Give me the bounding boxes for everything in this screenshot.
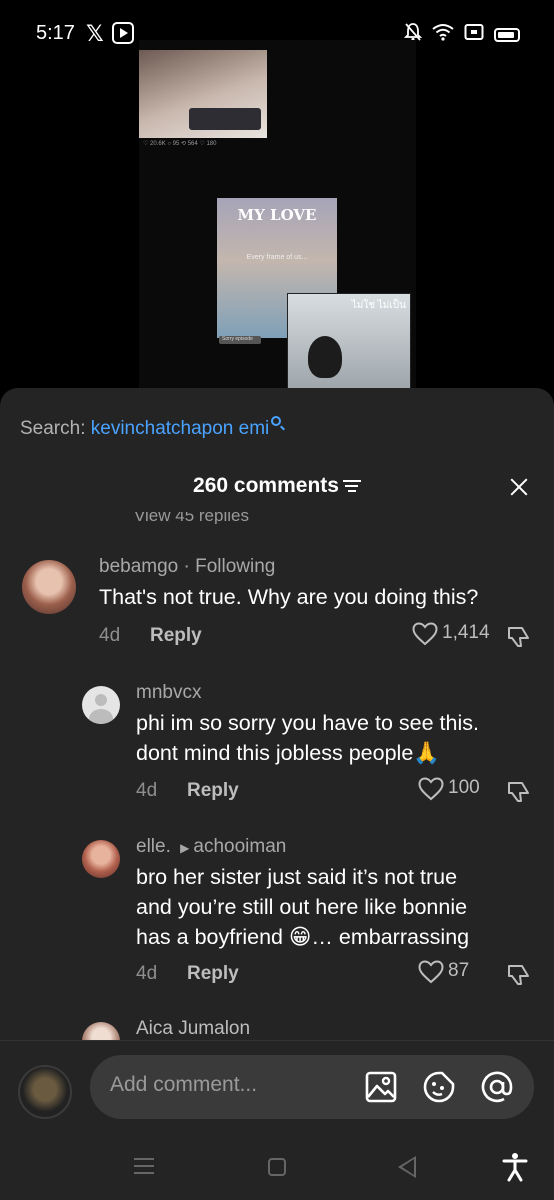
wifi-icon: [432, 23, 454, 47]
like-count: 100: [448, 777, 480, 798]
dislike-icon[interactable]: [506, 779, 532, 805]
like-button[interactable]: 87: [418, 960, 470, 984]
x-logo-icon: 𝕏: [86, 21, 104, 46]
status-icons: [403, 22, 520, 48]
like-count: 87: [448, 960, 470, 981]
video-overlay-subtitle: Every frame of us...: [246, 254, 308, 261]
heart-icon: [418, 777, 444, 801]
search-icon: [271, 416, 282, 426]
back-button[interactable]: [398, 1156, 416, 1178]
heart-icon: [412, 622, 438, 646]
comment-age: 4d: [136, 780, 158, 801]
video-frame-top: [139, 50, 267, 138]
my-avatar[interactable]: [18, 1065, 72, 1119]
search-term-link[interactable]: kevinchatchapon emi: [91, 418, 270, 439]
reply-arrow-icon: ▶: [180, 841, 190, 855]
comment-username[interactable]: bebamgo · Following: [99, 556, 275, 578]
video-frame-stats: ♡ 20.6K ○ 95 ⟲ 564 ♡ 180: [143, 141, 217, 147]
comment-age: 4d: [99, 625, 121, 646]
close-button[interactable]: [506, 474, 532, 500]
comment-text-line: and you’re still out here like bonnie: [136, 895, 468, 919]
reply-button[interactable]: Reply: [187, 780, 239, 802]
view-replies-link[interactable]: View 45 replies: [134, 512, 249, 524]
video-inset-person: [308, 336, 342, 378]
like-button[interactable]: 1,414: [412, 622, 490, 646]
comment-text: That's not true. Why are you doing this?: [99, 585, 479, 609]
like-button[interactable]: 100: [418, 777, 480, 801]
battery-icon: [494, 28, 520, 42]
reply-to-username[interactable]: achooiman: [193, 836, 286, 857]
video-inset-photo: ไม่ใช่ ไม่เป็น: [287, 293, 411, 390]
following-badge: · Following: [178, 556, 276, 577]
comment-composer: Add comment...: [0, 1040, 554, 1136]
video-overlay-title: MY LOVE: [237, 206, 317, 224]
comment-username[interactable]: elle. ▶ achooiman: [136, 836, 286, 858]
status-time: 5:17: [36, 22, 75, 44]
home-button[interactable]: [268, 1158, 286, 1176]
comment-username[interactable]: mnbvcx: [136, 682, 201, 704]
reply-button[interactable]: Reply: [187, 963, 239, 985]
comment-text-line: phi im so sorry you have to see this.: [136, 711, 479, 735]
recent-apps-button[interactable]: [134, 1158, 154, 1174]
search-prefix: Search:: [20, 418, 91, 439]
image-icon[interactable]: [364, 1070, 398, 1104]
comment-input-placeholder: Add comment...: [110, 1073, 258, 1096]
video-frame-card: [189, 108, 261, 130]
search-suggestion[interactable]: Search: kevinchatchapon emi: [20, 416, 282, 440]
comment-input[interactable]: Add comment...: [90, 1055, 534, 1119]
video-inset-overlay: ไม่ใช่ ไม่เป็น: [351, 300, 406, 311]
like-count: 1,414: [442, 622, 490, 643]
app-badge-icon: [112, 22, 134, 44]
video-player[interactable]: ♡ 20.6K ○ 95 ⟲ 564 ♡ 180 MY LOVE Every f…: [139, 40, 416, 390]
heart-icon: [418, 960, 444, 984]
comment-text-line: has a boyfriend 😁… embarrassing: [136, 925, 470, 949]
dislike-icon[interactable]: [506, 962, 532, 988]
mention-icon[interactable]: [480, 1070, 514, 1104]
comments-header: 260 comments: [0, 474, 554, 498]
dislike-icon[interactable]: [506, 624, 532, 650]
reply-button[interactable]: Reply: [150, 625, 202, 647]
comment-age: 4d: [136, 963, 158, 984]
video-tag: Sorry episode: [219, 336, 261, 344]
emoji-sticker-icon[interactable]: [422, 1070, 456, 1104]
cast-icon: [464, 23, 484, 47]
accessibility-icon[interactable]: [502, 1152, 528, 1189]
comment-text-line: bro her sister just said it’s not true: [136, 865, 458, 889]
sort-icon[interactable]: [342, 479, 361, 493]
comment-text-line: dont mind this jobless people🙏: [136, 741, 441, 765]
comment-username[interactable]: Aica Jumalon: [136, 1018, 250, 1040]
avatar[interactable]: [22, 560, 76, 614]
avatar[interactable]: [82, 686, 120, 724]
avatar[interactable]: [82, 840, 120, 878]
comments-count-title: 260 comments: [193, 474, 339, 497]
system-nav-bar: [0, 1136, 554, 1200]
